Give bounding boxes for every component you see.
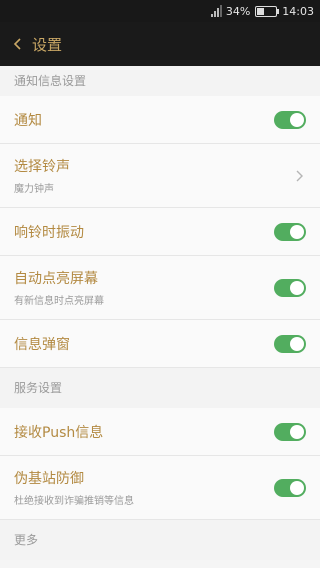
- battery-icon: [255, 5, 280, 17]
- setting-label: 信息弹窗: [14, 336, 70, 353]
- setting-label: 选择铃声: [14, 159, 70, 175]
- chevron-right-icon: [296, 170, 303, 181]
- settings-list: 通知信息设置 通知 选择铃声 魔力钟声 响铃时振动 自动点亮屏幕 有新信息时点亮…: [0, 66, 320, 568]
- more-section[interactable]: 更多: [0, 520, 320, 560]
- setting-sublabel: 杜绝接收到诈骗推销等信息: [14, 496, 134, 507]
- setting-wake-screen[interactable]: 自动点亮屏幕 有新信息时点亮屏幕: [0, 256, 320, 320]
- section-header-notification: 通知信息设置: [0, 66, 320, 96]
- wake-screen-toggle[interactable]: [274, 278, 306, 297]
- notification-toggle[interactable]: [274, 110, 306, 129]
- chevron-left-icon: [13, 38, 21, 50]
- setting-sublabel: 有新信息时点亮屏幕: [14, 296, 104, 307]
- setting-label: 自动点亮屏幕: [14, 271, 98, 287]
- signal-icon: [210, 5, 222, 17]
- navigation-bar: 设置: [0, 22, 320, 66]
- setting-push[interactable]: 接收Push信息: [0, 408, 320, 456]
- clock: 14:03: [282, 4, 314, 18]
- page-title: 设置: [32, 35, 63, 54]
- setting-label: 通知: [14, 112, 42, 129]
- battery-percent: 34%: [225, 4, 251, 18]
- setting-label: 接收Push信息: [14, 424, 104, 441]
- setting-popup[interactable]: 信息弹窗: [0, 320, 320, 368]
- back-button[interactable]: [6, 22, 30, 66]
- setting-notification[interactable]: 通知: [0, 96, 320, 144]
- setting-sublabel: 魔力钟声: [14, 184, 54, 195]
- vibrate-toggle[interactable]: [274, 222, 306, 241]
- setting-label: 响铃时振动: [14, 224, 84, 241]
- setting-vibrate[interactable]: 响铃时振动: [0, 208, 320, 256]
- push-toggle[interactable]: [274, 422, 306, 441]
- status-bar: 34% 14:03: [0, 0, 320, 22]
- section-header-service: 服务设置: [0, 368, 320, 408]
- setting-ringtone[interactable]: 选择铃声 魔力钟声: [0, 144, 320, 208]
- setting-fake-base-station[interactable]: 伪基站防御 杜绝接收到诈骗推销等信息: [0, 456, 320, 520]
- setting-label: 伪基站防御: [14, 471, 84, 487]
- popup-toggle[interactable]: [274, 334, 306, 353]
- fake-base-station-toggle[interactable]: [274, 478, 306, 497]
